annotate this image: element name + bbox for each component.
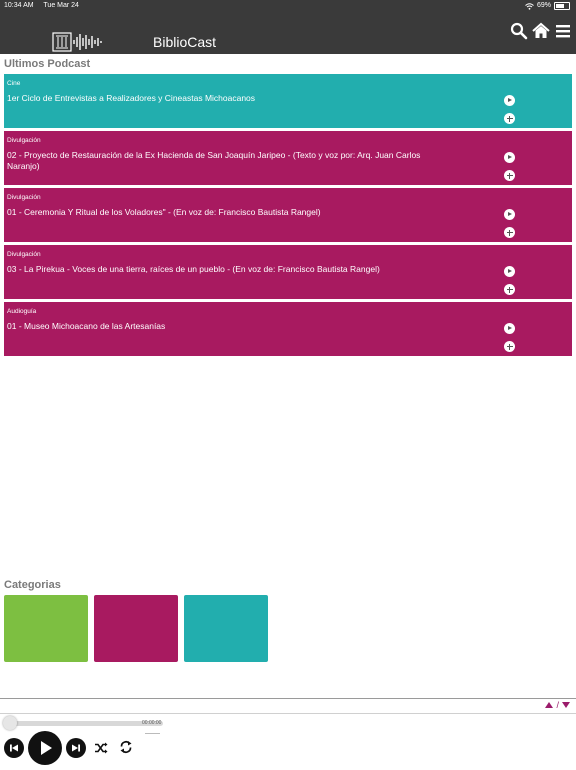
- podcast-category: Audioguía: [7, 308, 37, 315]
- play-icon[interactable]: [504, 95, 515, 106]
- previous-button[interactable]: [4, 738, 24, 758]
- podcast-category: Divulgación: [7, 194, 41, 201]
- play-icon[interactable]: [504, 152, 515, 163]
- category-tile[interactable]: [4, 595, 88, 662]
- player-divider: [0, 698, 576, 699]
- previous-icon: [10, 744, 18, 752]
- time-underline: [145, 733, 160, 734]
- category-tile[interactable]: [94, 595, 178, 662]
- plus-icon[interactable]: [504, 113, 515, 124]
- latest-podcasts-heading: Ultimos Podcast: [4, 58, 91, 70]
- shuffle-icon[interactable]: [94, 741, 108, 755]
- podcast-item[interactable]: Cine 1er Ciclo de Entrevistas a Realizado…: [4, 74, 572, 128]
- progress-slider[interactable]: [8, 721, 163, 726]
- status-bar: 10:34 AM Tue Mar 24 69%: [0, 0, 576, 12]
- categories-heading: Categorias: [4, 579, 61, 591]
- menu-icon[interactable]: [554, 22, 572, 40]
- podcast-category: Divulgación: [7, 137, 41, 144]
- plus-icon[interactable]: [504, 284, 515, 295]
- player-divider-secondary: [0, 713, 576, 714]
- podcast-title: 03 - La Pirekua - Voces de una tierra, r…: [7, 264, 380, 274]
- plus-icon[interactable]: [504, 170, 515, 181]
- play-pause-button[interactable]: [28, 731, 62, 765]
- repeat-icon[interactable]: [119, 740, 133, 754]
- expand-separator: /: [556, 700, 559, 710]
- podcast-title: 1er Ciclo de Entrevistas a Realizadores …: [7, 93, 256, 103]
- collapse-down-icon[interactable]: [562, 702, 570, 708]
- app-header: BiblioCast: [0, 12, 576, 54]
- podcast-category: Cine: [7, 80, 21, 87]
- plus-icon[interactable]: [504, 227, 515, 238]
- expand-up-icon[interactable]: [545, 702, 554, 708]
- next-icon: [72, 744, 80, 752]
- battery-percent: 69%: [536, 2, 551, 9]
- bibliocast-logo: [52, 32, 102, 52]
- player-expand-controls: /: [545, 700, 570, 710]
- progress-thumb[interactable]: [3, 716, 17, 730]
- wifi-icon: [525, 2, 534, 10]
- podcast-title: 01 - Museo Michoacano de las Artesanías: [7, 321, 166, 331]
- plus-icon[interactable]: [504, 341, 515, 352]
- next-button[interactable]: [66, 738, 86, 758]
- home-icon[interactable]: [532, 22, 550, 40]
- playback-time: 00:00:00: [142, 720, 162, 726]
- search-icon[interactable]: [510, 22, 528, 40]
- podcast-item[interactable]: Divulgación 03 - La Pirekua - Voces de un…: [4, 245, 572, 299]
- play-icon: [41, 741, 52, 755]
- podcast-title: 01 - Ceremonia Y Ritual de los Voladores…: [7, 207, 321, 217]
- app-title: BiblioCast: [153, 34, 217, 50]
- status-time: 10:34 AM: [4, 2, 34, 9]
- battery-icon: [554, 2, 570, 10]
- podcast-item[interactable]: Audioguía 01 - Museo Michoacano de las Ar…: [4, 302, 572, 356]
- category-tile[interactable]: [184, 595, 268, 662]
- play-icon[interactable]: [504, 266, 515, 277]
- categories-grid: [4, 595, 268, 662]
- podcast-list: Cine 1er Ciclo de Entrevistas a Realizado…: [4, 74, 572, 359]
- podcast-category: Divulgación: [7, 251, 41, 258]
- podcast-item[interactable]: Divulgación 01 - Ceremonia Y Ritual de lo…: [4, 188, 572, 242]
- status-date: Tue Mar 24: [43, 2, 79, 9]
- play-icon[interactable]: [504, 323, 515, 334]
- podcast-item[interactable]: Divulgación 02 - Proyecto de Restauración…: [4, 131, 572, 185]
- play-icon[interactable]: [504, 209, 515, 220]
- podcast-title: 02 - Proyecto de Restauración de la Ex H…: [7, 150, 421, 171]
